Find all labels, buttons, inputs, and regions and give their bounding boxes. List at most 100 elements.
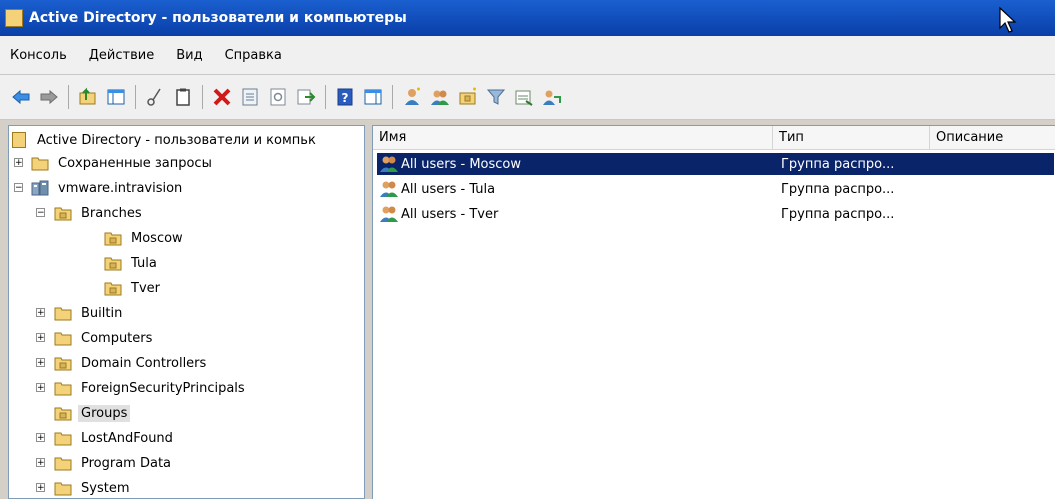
toolbar-separator xyxy=(202,85,203,109)
folder-icon xyxy=(54,332,72,346)
paste-icon xyxy=(176,88,190,106)
domain-icon xyxy=(31,180,49,196)
group-name: All users - Tula xyxy=(401,181,496,197)
tree-label: vmware.intravision xyxy=(58,180,183,196)
menu-console[interactable]: Консоль xyxy=(0,48,78,63)
new-ou-button[interactable] xyxy=(455,84,481,110)
refresh-icon xyxy=(270,88,286,106)
list-row[interactable]: All users - Moscow Группа распро... xyxy=(377,153,1054,175)
new-ou-icon xyxy=(459,87,476,105)
list-pane[interactable]: Имя Тип Описание All users - Moscow Груп… xyxy=(372,125,1055,499)
tree-item-lostandfound[interactable]: LostAndFound xyxy=(54,426,176,450)
column-header-name[interactable]: Имя xyxy=(373,126,773,150)
new-group-button[interactable] xyxy=(427,84,453,110)
folder-icon xyxy=(54,307,72,321)
forward-arrow-icon xyxy=(40,89,58,105)
folder-icon xyxy=(54,457,72,471)
group-icon xyxy=(380,181,398,197)
back-button[interactable] xyxy=(8,84,34,110)
menu-bar: Консоль Действие Вид Справка xyxy=(0,36,1055,75)
menu-action[interactable]: Действие xyxy=(78,48,165,63)
expand-builtin[interactable]: + xyxy=(36,308,45,318)
tree-item-foreign-security-principals[interactable]: ForeignSecurityPrincipals xyxy=(54,376,248,400)
group-name: All users - Tver xyxy=(401,206,499,222)
expand-computers[interactable]: + xyxy=(36,333,45,343)
list-cell-name: All users - Tver xyxy=(379,205,498,223)
toolbar: ? xyxy=(0,75,1055,120)
tree-label: Moscow xyxy=(131,230,183,246)
tree-item-program-data[interactable]: Program Data xyxy=(54,451,174,475)
tree-item-tula[interactable]: Tula xyxy=(104,251,160,275)
tree-root[interactable]: Active Directory - пользователи и компьк xyxy=(12,128,319,152)
action-pane-button[interactable] xyxy=(360,84,386,110)
expand-foreign[interactable]: + xyxy=(36,383,45,393)
list-row[interactable]: All users - Tver Группа распро... xyxy=(377,203,1054,225)
tree-item-moscow[interactable]: Moscow xyxy=(104,226,186,250)
tree-item-tver[interactable]: Tver xyxy=(104,276,163,300)
properties-button[interactable] xyxy=(237,84,263,110)
column-header-description[interactable]: Описание xyxy=(930,126,1055,150)
tree-item-saved-queries[interactable]: Сохраненные запросы xyxy=(31,151,215,175)
tree-label: Tula xyxy=(131,255,157,271)
tree-item-domain-controllers[interactable]: Domain Controllers xyxy=(54,351,209,375)
refresh-button[interactable] xyxy=(265,84,291,110)
snapin-icon xyxy=(12,132,26,148)
tree-label: LostAndFound xyxy=(81,430,173,446)
list-cell-name: All users - Tula xyxy=(379,180,495,198)
delete-button[interactable] xyxy=(209,84,235,110)
tree-item-groups[interactable]: Groups xyxy=(54,401,131,425)
app-icon xyxy=(5,9,23,27)
tree-item-domain[interactable]: vmware.intravision xyxy=(31,176,185,200)
expand-lostandfound[interactable]: + xyxy=(36,433,45,443)
list-row[interactable]: All users - Tula Группа распро... xyxy=(377,178,1054,200)
properties-icon xyxy=(242,88,258,106)
tree-label: Tver xyxy=(131,280,160,296)
ou-folder-icon xyxy=(54,207,72,221)
folder-icon xyxy=(54,482,72,496)
new-user-button[interactable] xyxy=(399,84,425,110)
up-level-button[interactable] xyxy=(75,84,101,110)
delete-icon xyxy=(213,88,231,106)
export-list-button[interactable] xyxy=(293,84,319,110)
tree-item-builtin[interactable]: Builtin xyxy=(54,301,125,325)
list-cell-type: Группа распро... xyxy=(781,206,895,222)
forward-button[interactable] xyxy=(36,84,62,110)
tree-item-computers[interactable]: Computers xyxy=(54,326,155,350)
add-to-group-button[interactable] xyxy=(539,84,565,110)
tree-pane[interactable]: Active Directory - пользователи и компьк… xyxy=(8,125,365,499)
show-hide-tree-button[interactable] xyxy=(103,84,129,110)
help-icon: ? xyxy=(337,88,353,106)
find-button[interactable] xyxy=(511,84,537,110)
tree-label: Program Data xyxy=(81,455,172,471)
action-pane-icon xyxy=(364,89,382,105)
ou-folder-icon xyxy=(104,232,122,246)
expand-system[interactable]: + xyxy=(36,483,45,493)
tree-item-system[interactable]: System xyxy=(54,476,132,498)
tree-label: Сохраненные запросы xyxy=(58,155,212,171)
expand-domain-controllers[interactable]: + xyxy=(36,358,45,368)
expand-saved-queries[interactable]: + xyxy=(14,158,23,168)
show-hide-tree-icon xyxy=(107,89,125,105)
menu-help[interactable]: Справка xyxy=(214,48,293,63)
group-icon xyxy=(380,206,398,222)
expand-program-data[interactable]: + xyxy=(36,458,45,468)
collapse-domain[interactable]: − xyxy=(14,183,23,193)
tree-item-branches[interactable]: Branches xyxy=(54,201,145,225)
folder-icon xyxy=(54,432,72,446)
new-user-icon xyxy=(405,87,420,105)
svg-text:?: ? xyxy=(342,91,349,105)
toolbar-separator xyxy=(325,85,326,109)
help-button[interactable]: ? xyxy=(332,84,358,110)
ou-folder-icon xyxy=(104,257,122,271)
menu-view[interactable]: Вид xyxy=(165,48,213,63)
column-header-type[interactable]: Тип xyxy=(773,126,930,150)
cut-button[interactable] xyxy=(142,84,168,110)
new-group-icon xyxy=(431,90,449,105)
collapse-branches[interactable]: − xyxy=(36,208,45,218)
list-cell-name: All users - Moscow xyxy=(379,155,521,173)
ou-folder-icon xyxy=(54,407,72,421)
ou-folder-icon xyxy=(104,282,122,296)
filter-button[interactable] xyxy=(483,84,509,110)
paste-button[interactable] xyxy=(170,84,196,110)
folder-icon xyxy=(54,382,72,396)
